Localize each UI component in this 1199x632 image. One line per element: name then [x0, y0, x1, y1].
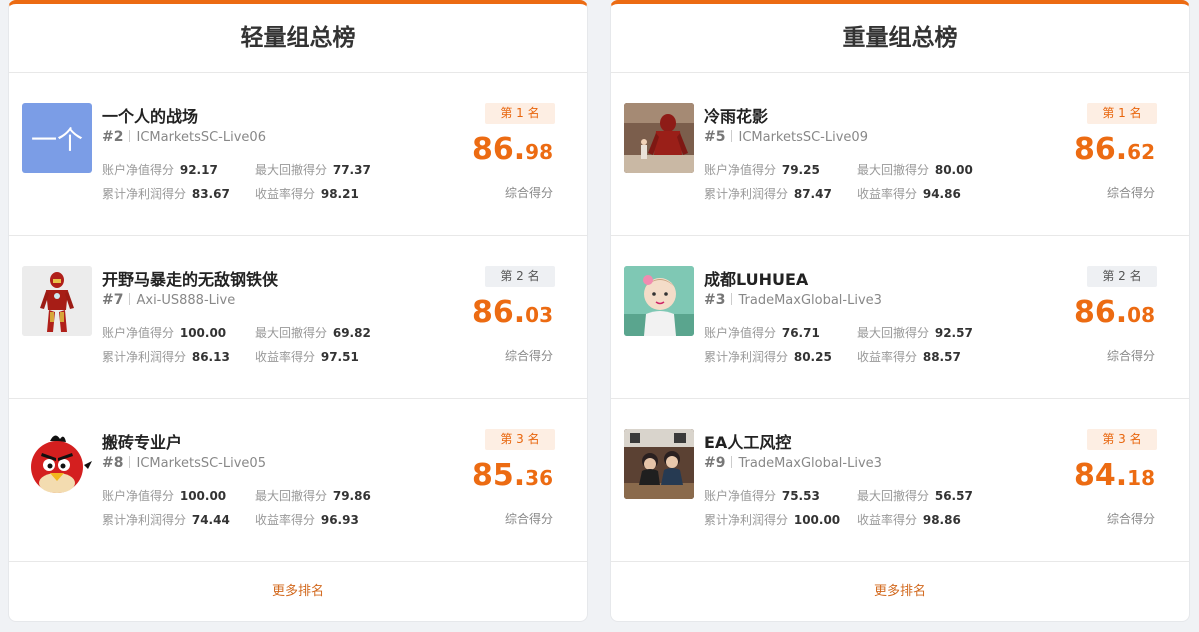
lightweight-leaderboard-panel: 轻量组总榜 一个 一个人的战场 #2 ICMarketsSC-Live06 账户净… — [8, 0, 588, 622]
drawdown-score: 最大回撤得分 77.37 — [255, 163, 371, 177]
net-profit-score: 累计净利润得分 87.47 — [704, 187, 832, 201]
net-profit-score: 累计净利润得分 83.67 — [102, 187, 230, 201]
return-score: 收益率得分 97.51 — [255, 350, 359, 364]
angry-bird-avatar-icon[interactable] — [22, 429, 92, 499]
return-score: 收益率得分 88.57 — [857, 350, 961, 364]
trader-name[interactable]: 成都LUHUEA — [704, 266, 808, 290]
account-info: #3 TradeMaxGlobal-Live3 — [704, 292, 882, 308]
rank-badge: 第 2 名 — [1087, 266, 1157, 287]
iron-man-avatar-icon[interactable] — [22, 266, 92, 336]
drawdown-score: 最大回撤得分 69.82 — [255, 326, 371, 340]
broker-account: ICMarketsSC-Live09 — [738, 130, 868, 145]
heavyweight-leaderboard-panel: 重量组总榜 冷雨花影 #5 ICMarketsSC-Live09 账户净值得分 7… — [610, 0, 1190, 622]
trader-id: #3 — [704, 292, 726, 308]
return-score: 收益率得分 98.86 — [857, 513, 961, 527]
drawdown-score: 最大回撤得分 80.00 — [857, 163, 973, 177]
broker-account: ICMarketsSC-Live06 — [136, 130, 266, 145]
trader-id: #5 — [704, 129, 726, 145]
trader-id: #2 — [102, 129, 124, 145]
net-profit-score: 累计净利润得分 80.25 — [704, 350, 832, 364]
broker-account: TradeMaxGlobal-Live3 — [738, 456, 882, 471]
avatar-text: 一个 — [31, 126, 83, 156]
trader-id: #7 — [102, 292, 124, 308]
account-info: #7 Axi-US888-Live — [102, 292, 235, 308]
composite-score-label: 综合得分 — [504, 186, 553, 200]
broker-account: ICMarketsSC-Live05 — [136, 456, 266, 471]
rank-badge: 第 1 名 — [485, 103, 555, 124]
trader-name[interactable]: 冷雨花影 — [704, 103, 768, 127]
composite-score: 86.62 — [1074, 132, 1155, 167]
drawdown-score: 最大回撤得分 56.57 — [857, 489, 973, 503]
composite-score: 85.36 — [472, 458, 553, 493]
return-score: 收益率得分 96.93 — [255, 513, 359, 527]
trader-name[interactable]: 开野马暴走的无敌钢铁侠 — [102, 266, 278, 290]
equity-score: 账户净值得分 79.25 — [704, 163, 820, 177]
net-profit-score: 累计净利润得分 74.44 — [102, 513, 230, 527]
trader-id: #9 — [704, 455, 726, 471]
robot-statue-photo-icon[interactable] — [624, 103, 694, 173]
equity-score: 账户净值得分 76.71 — [704, 326, 820, 340]
net-profit-score: 累计净利润得分 86.13 — [102, 350, 230, 364]
kids-photo-icon[interactable] — [624, 429, 694, 499]
drawdown-score: 最大回撤得分 92.57 — [857, 326, 973, 340]
leaderboard-entry[interactable]: 一个 一个人的战场 #2 ICMarketsSC-Live06 账户净值得分 92… — [9, 73, 587, 236]
trader-name[interactable]: 搬砖专业户 — [102, 429, 182, 453]
rank-badge: 第 1 名 — [1087, 103, 1157, 124]
rank-badge: 第 3 名 — [1087, 429, 1157, 450]
composite-score-label: 综合得分 — [504, 512, 553, 526]
rank-badge: 第 2 名 — [485, 266, 555, 287]
trader-name[interactable]: 一个人的战场 — [102, 103, 198, 127]
text-avatar-icon[interactable]: 一个 — [22, 103, 92, 173]
broker-account: TradeMaxGlobal-Live3 — [738, 293, 882, 308]
more-rankings-link[interactable]: 更多排名 — [611, 562, 1189, 621]
return-score: 收益率得分 94.86 — [857, 187, 961, 201]
composite-score: 86.98 — [472, 132, 553, 167]
leaderboard-entry[interactable]: 成都LUHUEA #3 TradeMaxGlobal-Live3 账户净值得分 7… — [611, 236, 1189, 399]
leaderboard-entry[interactable]: 冷雨花影 #5 ICMarketsSC-Live09 账户净值得分 79.25 最… — [611, 73, 1189, 236]
account-info: #2 ICMarketsSC-Live06 — [102, 129, 266, 145]
baby-photo-icon[interactable] — [624, 266, 694, 336]
account-info: #5 ICMarketsSC-Live09 — [704, 129, 868, 145]
equity-score: 账户净值得分 75.53 — [704, 489, 820, 503]
equity-score: 账户净值得分 92.17 — [102, 163, 218, 177]
leaderboard-entry[interactable]: 搬砖专业户 #8 ICMarketsSC-Live05 账户净值得分 100.00… — [9, 399, 587, 562]
account-info: #9 TradeMaxGlobal-Live3 — [704, 455, 882, 471]
net-profit-score: 累计净利润得分 100.00 — [704, 513, 841, 527]
panel-title: 重量组总榜 — [611, 4, 1189, 73]
composite-score-label: 综合得分 — [1106, 349, 1155, 363]
equity-score: 账户净值得分 100.00 — [102, 326, 227, 340]
panel-title: 轻量组总榜 — [9, 4, 587, 73]
composite-score: 86.03 — [472, 295, 553, 330]
composite-score-label: 综合得分 — [1106, 512, 1155, 526]
trader-name[interactable]: EA人工风控 — [704, 429, 791, 453]
composite-score-label: 综合得分 — [504, 349, 553, 363]
composite-score: 84.18 — [1074, 458, 1155, 493]
leaderboard-entry[interactable]: EA人工风控 #9 TradeMaxGlobal-Live3 账户净值得分 75.… — [611, 399, 1189, 562]
trader-id: #8 — [102, 455, 124, 471]
rank-badge: 第 3 名 — [485, 429, 555, 450]
broker-account: Axi-US888-Live — [136, 293, 236, 308]
return-score: 收益率得分 98.21 — [255, 187, 359, 201]
account-info: #8 ICMarketsSC-Live05 — [102, 455, 266, 471]
leaderboard-entry[interactable]: 开野马暴走的无敌钢铁侠 #7 Axi-US888-Live 账户净值得分 100.… — [9, 236, 587, 399]
more-rankings-link[interactable]: 更多排名 — [9, 562, 587, 621]
drawdown-score: 最大回撤得分 79.86 — [255, 489, 371, 503]
composite-score: 86.08 — [1074, 295, 1155, 330]
equity-score: 账户净值得分 100.00 — [102, 489, 227, 503]
composite-score-label: 综合得分 — [1106, 186, 1155, 200]
